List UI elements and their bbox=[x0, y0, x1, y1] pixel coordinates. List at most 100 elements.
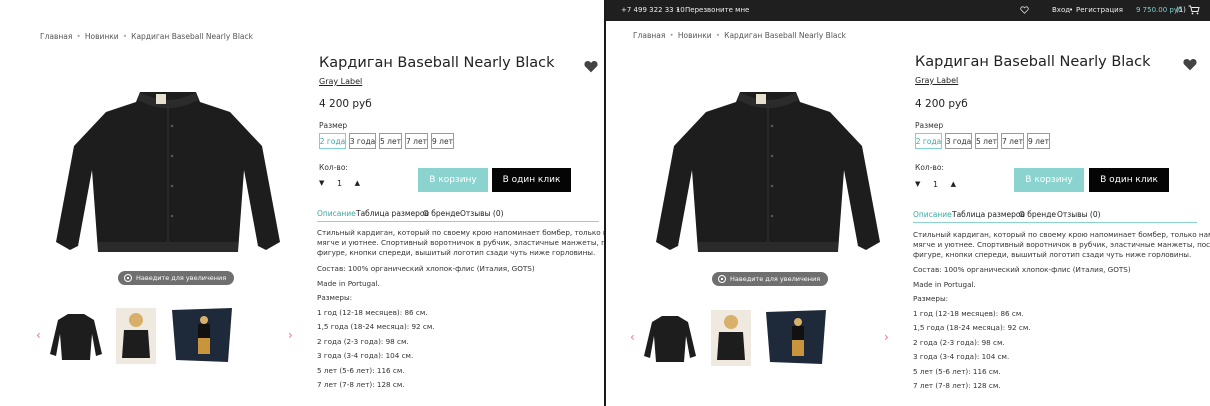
description-line: Стильный кардиган, который по своему кро… bbox=[317, 228, 604, 237]
gallery-prev-arrow[interactable]: ‹ bbox=[630, 330, 635, 344]
breadcrumb: Главная • Новинки • Кардиган Baseball Nearly… bbox=[633, 31, 846, 40]
gallery-thumb-2[interactable] bbox=[116, 308, 156, 364]
gallery-thumb-3[interactable] bbox=[762, 308, 830, 366]
product-main-image[interactable] bbox=[648, 84, 888, 260]
breadcrumb: Главная • Новинки • Кардиган Baseball Nearly… bbox=[40, 32, 253, 41]
size-option[interactable]: 9 лет bbox=[1027, 133, 1050, 149]
breadcrumb-new[interactable]: Новинки bbox=[678, 31, 712, 40]
size-option[interactable]: 2 года bbox=[915, 133, 942, 149]
product-title: Кардиган Baseball Nearly Black bbox=[915, 54, 1151, 70]
quantity-label: Кол-во: bbox=[915, 163, 944, 172]
gallery-next-arrow[interactable]: › bbox=[884, 330, 889, 344]
heart-icon[interactable] bbox=[1183, 58, 1197, 71]
tab-size-chart[interactable]: Таблица размеров bbox=[356, 209, 429, 218]
sizes-heading: Размеры: bbox=[913, 294, 949, 303]
size-option[interactable]: 9 лет bbox=[431, 133, 454, 149]
size-option[interactable]: 5 лет bbox=[379, 133, 402, 149]
origin-line: Made in Portugal. bbox=[913, 280, 976, 289]
size-row: 2 года (2-3 года): 98 см. bbox=[317, 337, 409, 346]
size-option[interactable]: 2 года bbox=[319, 133, 346, 149]
quantity-decrease-button[interactable]: ▼ bbox=[915, 180, 920, 188]
gallery-thumb-1[interactable] bbox=[642, 312, 698, 366]
one-click-buy-button[interactable]: В один клик bbox=[1089, 168, 1169, 192]
size-option[interactable]: 5 лет bbox=[975, 133, 998, 149]
size-row: 1,5 года (18-24 месяца): 92 см. bbox=[913, 323, 1031, 332]
size-options: 2 года 3 года 5 лет 7 лет 9 лет bbox=[915, 133, 1050, 149]
gallery-thumb-1[interactable] bbox=[48, 310, 104, 364]
composition-line: Состав: 100% органический хлопок-флис (И… bbox=[913, 265, 1131, 274]
quantity-increase-button[interactable]: ▲ bbox=[951, 180, 956, 188]
quantity-stepper: ▼ 1 ▲ bbox=[915, 175, 956, 193]
size-row: 5 лет (5-6 лет): 116 см. bbox=[913, 367, 1001, 376]
quantity-increase-button[interactable]: ▲ bbox=[355, 179, 360, 187]
gallery-next-arrow[interactable]: › bbox=[288, 328, 293, 342]
topbar-separator: • bbox=[676, 6, 681, 14]
breadcrumb-new[interactable]: Новинки bbox=[85, 32, 119, 41]
one-click-buy-button[interactable]: В один клик bbox=[492, 168, 571, 192]
brand-link[interactable]: Gray Label bbox=[915, 76, 958, 85]
product-page-view-left: Главная • Новинки • Кардиган Baseball Nearly… bbox=[0, 0, 604, 406]
quantity-value[interactable]: 1 bbox=[337, 179, 342, 188]
quantity-stepper: ▼ 1 ▲ bbox=[319, 174, 360, 192]
zoom-hint: Наведите для увеличения bbox=[712, 272, 829, 286]
composition-line: Состав: 100% органический хлопок-флис (И… bbox=[317, 264, 535, 273]
brand-link[interactable]: Gray Label bbox=[319, 77, 362, 86]
add-to-cart-button[interactable]: В корзину bbox=[418, 168, 488, 192]
size-option[interactable]: 7 лет bbox=[1001, 133, 1024, 149]
breadcrumb-current: Кардиган Baseball Nearly Black bbox=[131, 32, 253, 41]
description-line: Стильный кардиган, который по своему кро… bbox=[913, 230, 1210, 239]
tab-reviews[interactable]: Отзывы (0) bbox=[460, 209, 504, 218]
gallery-thumb-3[interactable] bbox=[168, 306, 236, 364]
tab-brand[interactable]: О бренде bbox=[423, 209, 460, 218]
tab-size-chart[interactable]: Таблица размеров bbox=[952, 210, 1025, 219]
breadcrumb-separator: • bbox=[669, 31, 674, 40]
tab-description[interactable]: Описание bbox=[913, 210, 952, 219]
size-row: 5 лет (5-6 лет): 116 см. bbox=[317, 366, 405, 375]
breadcrumb-current: Кардиган Baseball Nearly Black bbox=[724, 31, 846, 40]
size-option[interactable]: 7 лет bbox=[405, 133, 428, 149]
tab-reviews[interactable]: Отзывы (0) bbox=[1057, 210, 1101, 219]
sizes-heading: Размеры: bbox=[317, 293, 353, 302]
size-row: 3 года (3-4 года): 104 см. bbox=[913, 352, 1010, 361]
breadcrumb-home[interactable]: Главная bbox=[40, 32, 72, 41]
register-link[interactable]: Регистрация bbox=[1076, 6, 1123, 14]
size-row: 1 год (12-18 месяцев): 86 см. bbox=[317, 308, 428, 317]
cart-icon[interactable] bbox=[1188, 5, 1200, 15]
tab-description[interactable]: Описание bbox=[317, 209, 356, 218]
product-price: 4 200 руб bbox=[319, 98, 372, 110]
add-to-cart-button[interactable]: В корзину bbox=[1014, 168, 1084, 192]
quantity-value[interactable]: 1 bbox=[933, 180, 938, 189]
quantity-decrease-button[interactable]: ▼ bbox=[319, 179, 324, 187]
product-tabs: Описание Таблица размеров О бренде Отзыв… bbox=[913, 209, 1197, 223]
zoom-hint: Наведите для увеличения bbox=[118, 271, 235, 285]
size-row: 7 лет (7-8 лет): 128 см. bbox=[913, 381, 1001, 390]
gallery-prev-arrow[interactable]: ‹ bbox=[36, 328, 41, 342]
zoom-hint-label: Наведите для увеличения bbox=[730, 275, 821, 283]
origin-line: Made in Portugal. bbox=[317, 279, 380, 288]
size-row: 2 года (2-3 года): 98 см. bbox=[913, 338, 1005, 347]
product-main-image[interactable] bbox=[48, 86, 288, 258]
gallery-thumb-2[interactable] bbox=[711, 310, 751, 366]
top-bar: +7 499 322 33 10 • Перезвоните мне Вход … bbox=[606, 0, 1210, 21]
breadcrumb-separator: • bbox=[122, 32, 128, 41]
zoom-hint-label: Наведите для увеличения bbox=[136, 274, 227, 282]
breadcrumb-home[interactable]: Главная bbox=[633, 31, 665, 40]
heart-icon[interactable] bbox=[584, 60, 598, 73]
product-title: Кардиган Baseball Nearly Black bbox=[319, 55, 555, 71]
cart-count[interactable]: (1) bbox=[1176, 6, 1186, 14]
callback-link[interactable]: Перезвоните мне bbox=[685, 6, 749, 14]
login-link[interactable]: Вход bbox=[1052, 6, 1070, 14]
size-row: 7 лет (7-8 лет): 128 см. bbox=[317, 380, 405, 389]
size-options: 2 года 3 года 5 лет 7 лет 9 лет bbox=[319, 133, 454, 149]
quantity-label: Кол-во: bbox=[319, 163, 348, 172]
magnifier-icon bbox=[124, 274, 132, 282]
product-description: Стильный кардиган, который по своему кро… bbox=[317, 228, 604, 398]
breadcrumb-separator: • bbox=[76, 32, 81, 41]
favorites-icon[interactable] bbox=[1020, 6, 1029, 14]
tab-brand[interactable]: О бренде bbox=[1019, 210, 1056, 219]
product-price: 4 200 руб bbox=[915, 98, 968, 110]
size-row: 1 год (12-18 месяцев): 86 см. bbox=[913, 309, 1024, 318]
product-description: Стильный кардиган, который по своему кро… bbox=[913, 230, 1210, 400]
size-option[interactable]: 3 года bbox=[349, 133, 376, 149]
size-option[interactable]: 3 года bbox=[945, 133, 972, 149]
